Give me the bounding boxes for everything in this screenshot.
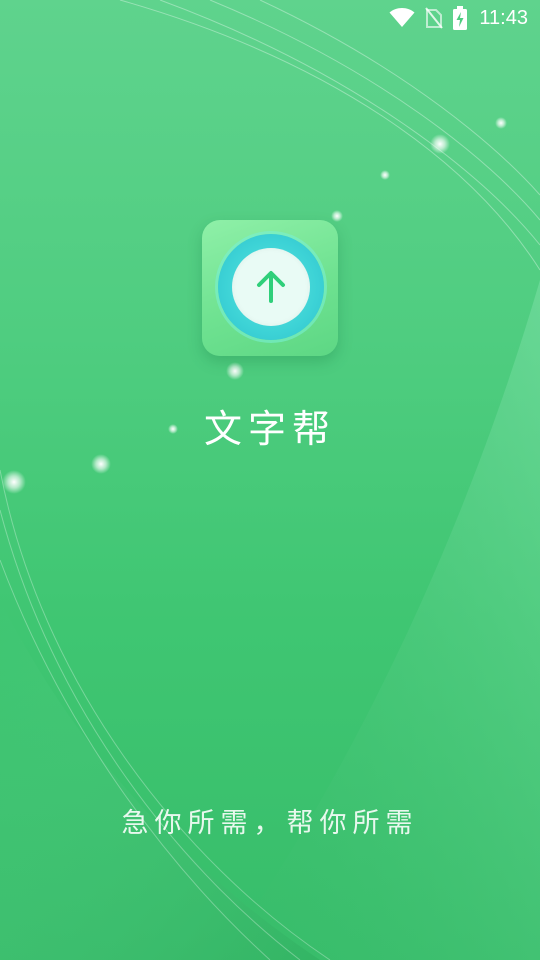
sparkle xyxy=(380,170,390,180)
logo-ring xyxy=(218,234,324,340)
sparkle xyxy=(495,117,507,129)
sparkle xyxy=(91,454,111,474)
battery-charging-icon xyxy=(453,6,468,30)
app-logo xyxy=(202,220,338,356)
logo-core xyxy=(232,248,310,326)
sparkle xyxy=(226,362,244,380)
status-bar: 11:43 xyxy=(0,0,540,36)
app-slogan: 急你所需，帮你所需 xyxy=(121,808,419,839)
no-sim-icon xyxy=(425,7,444,29)
wifi-icon xyxy=(389,8,415,27)
upload-arrow-icon xyxy=(257,271,285,303)
status-time: 11:43 xyxy=(479,7,528,29)
sparkle xyxy=(331,210,343,222)
splash-screen: 11:43 文字帮 急你所需，帮你所需 xyxy=(0,0,540,960)
app-name: 文字帮 xyxy=(203,407,336,451)
sparkle xyxy=(430,134,450,154)
sparkle xyxy=(2,470,26,494)
